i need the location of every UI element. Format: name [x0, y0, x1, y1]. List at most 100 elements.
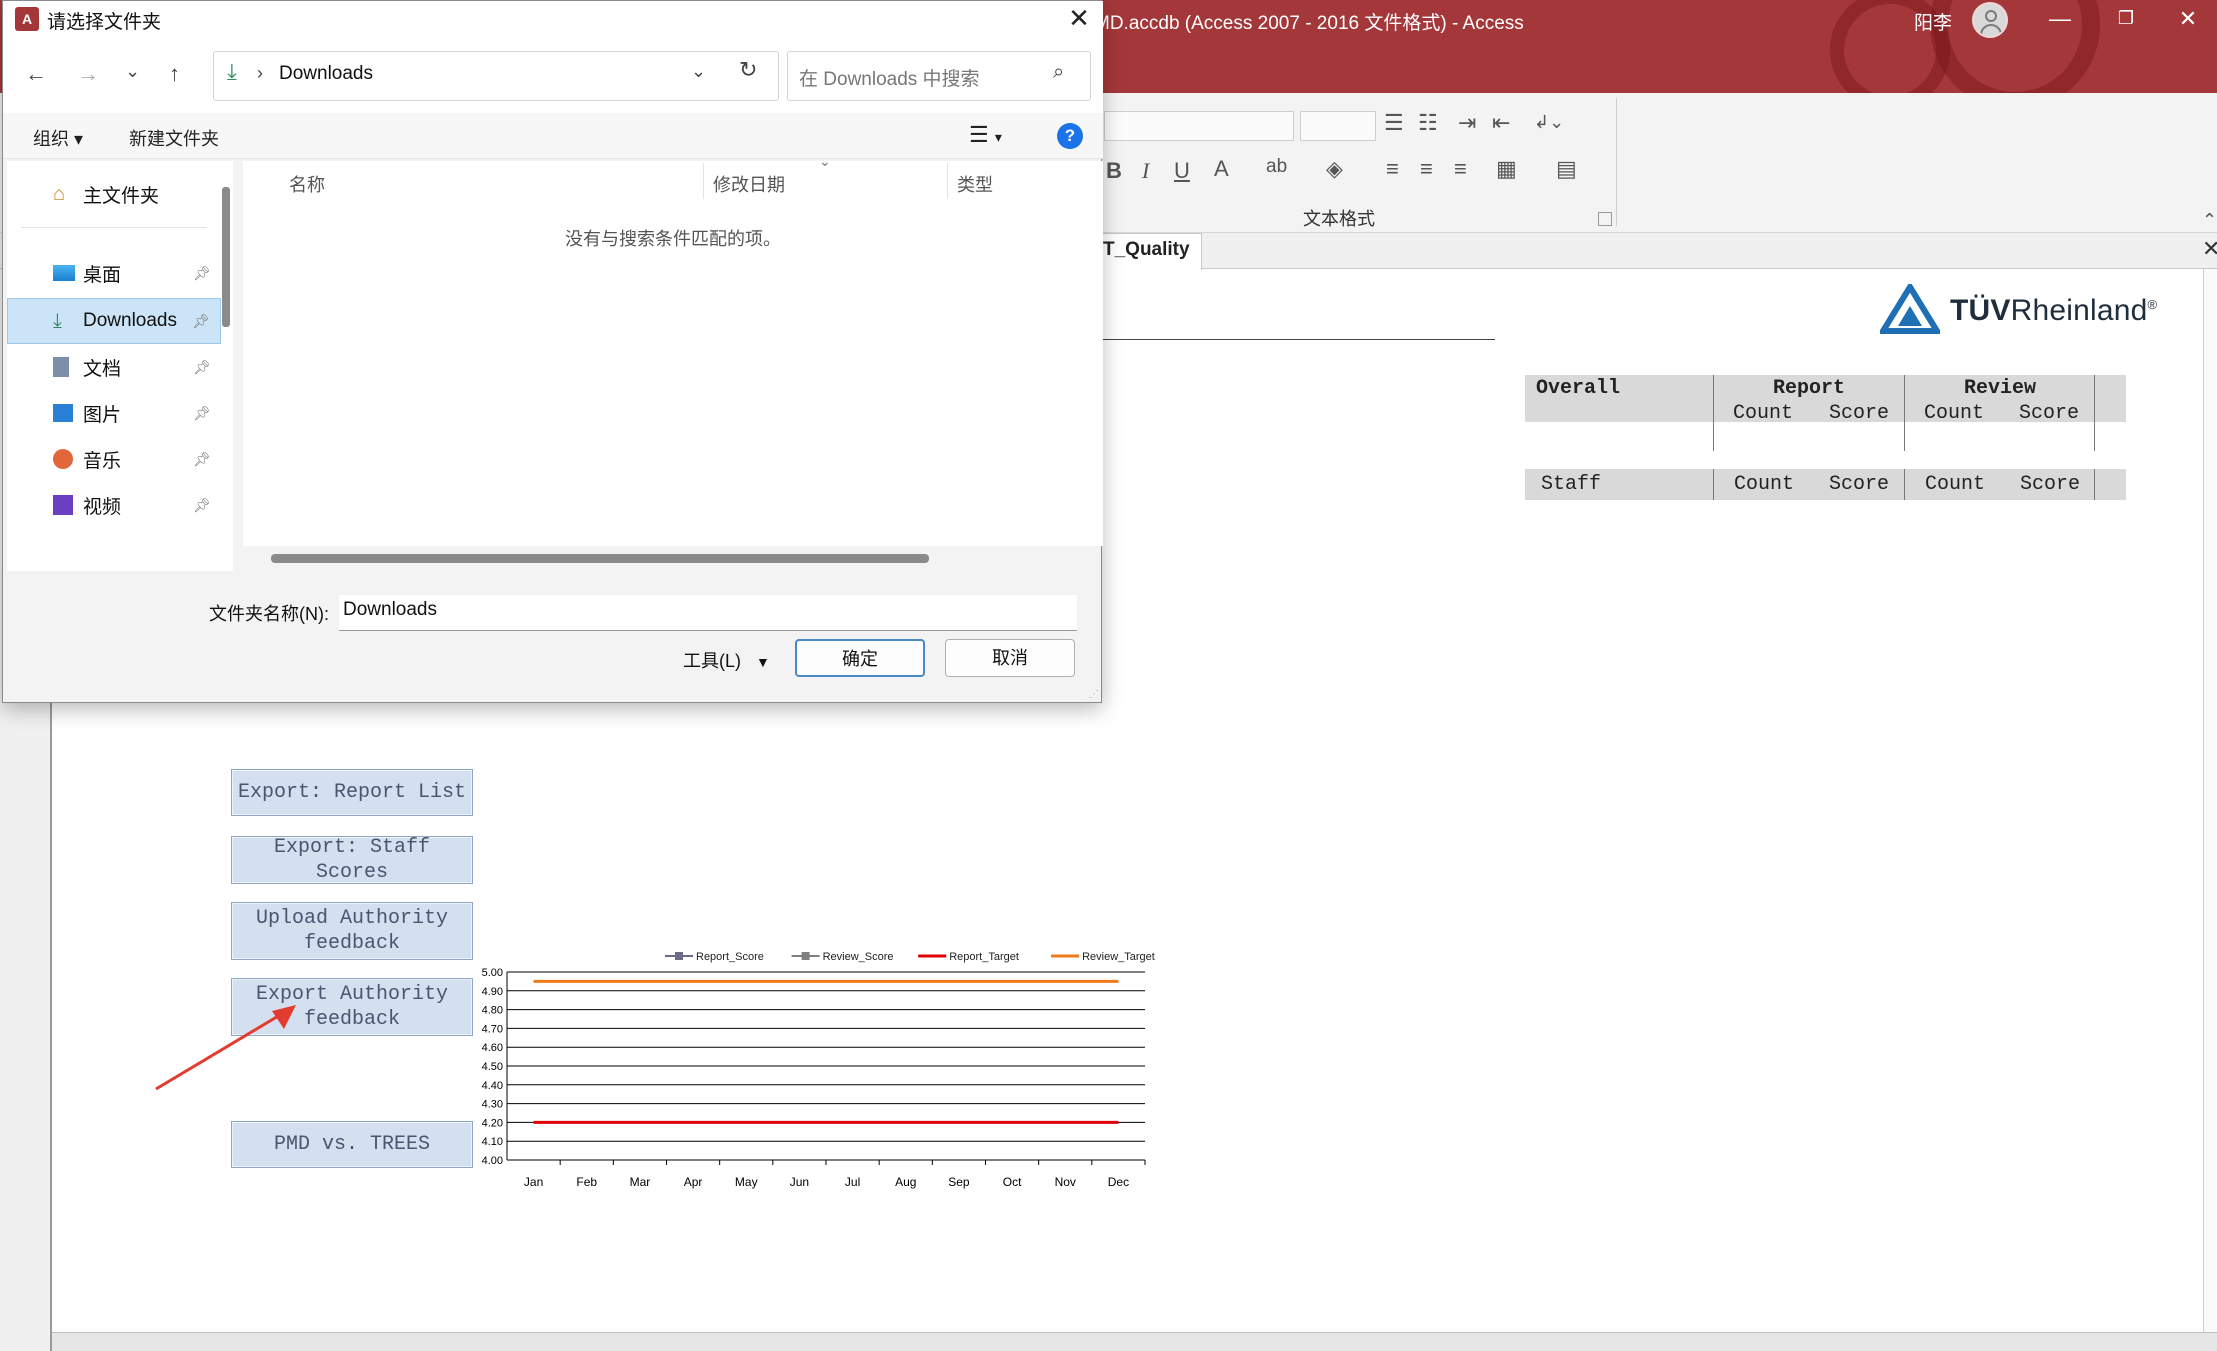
nav-item-music[interactable]: 音乐 📌︎	[7, 436, 221, 482]
export-report-list-button[interactable]: Export: Report List	[231, 769, 473, 816]
pin-icon[interactable]: 📌︎	[193, 359, 211, 376]
font-name-combo[interactable]	[1104, 111, 1294, 141]
bold-icon[interactable]: B	[1106, 158, 1122, 184]
paragraph-direction-icon[interactable]: ↲⌄	[1534, 112, 1564, 133]
cancel-button[interactable]: 取消	[945, 639, 1075, 677]
resize-grip-icon[interactable]: ⋰	[1089, 689, 1099, 700]
restore-icon[interactable]: ❐	[2106, 8, 2146, 29]
up-icon[interactable]: ↑	[169, 61, 180, 87]
folder-name-input[interactable]	[339, 595, 1077, 631]
chart-y-axis: 5.00 4.90 4.80 4.70 4.60 4.50 4.40 4.30 4.20 4.10…	[482, 967, 503, 1167]
dialog-launcher-icon[interactable]	[1598, 212, 1612, 226]
ribbon-separator	[1616, 98, 1617, 226]
forward-icon[interactable]: →	[77, 61, 99, 87]
empty-results-message: 没有与搜索条件匹配的项。	[565, 229, 781, 249]
nav-item-desktop[interactable]: 桌面 📌︎	[7, 250, 221, 296]
y-tick-label: 4.90	[482, 986, 503, 998]
address-dropdown-icon[interactable]: ⌄	[691, 61, 706, 82]
y-tick-label: 4.10	[482, 1136, 503, 1148]
search-placeholder[interactable]: 在 Downloads 中搜索	[799, 64, 980, 91]
nav-item-downloads[interactable]: ⤓ Downloads 📌︎	[7, 298, 221, 344]
pin-icon[interactable]: 📌︎	[193, 405, 211, 422]
x-tick-label: Jan	[524, 1175, 543, 1189]
pmd-vs-trees-button[interactable]: PMD vs. TREES	[231, 1121, 473, 1168]
legend-label: Review_Target	[1082, 951, 1155, 963]
tuv-logo-text: TÜVRheinland®	[1950, 294, 2158, 327]
pin-icon[interactable]: 📌︎	[193, 497, 211, 514]
align-center-icon[interactable]: ≡	[1420, 156, 1433, 182]
horizontal-scrollbar[interactable]	[52, 1332, 2217, 1351]
x-tick-label: Dec	[1108, 1175, 1129, 1189]
x-tick-label: Nov	[1055, 1175, 1076, 1189]
tab-t-quality[interactable]: T_Quality	[1100, 233, 1202, 270]
nav-item-home[interactable]: ⌂ 主文件夹	[7, 171, 221, 217]
gridlines-icon[interactable]: ▤	[1556, 156, 1577, 182]
column-header-type[interactable]: 类型	[957, 171, 993, 197]
organize-button[interactable]: 组织 ▾	[33, 125, 83, 151]
font-size-combo[interactable]	[1300, 111, 1376, 141]
column-header-name[interactable]: 名称	[289, 171, 325, 197]
pin-icon[interactable]: 📌︎	[192, 313, 210, 330]
dialog-close-icon[interactable]: ✕	[1061, 3, 1097, 34]
title-underline	[1100, 339, 1495, 340]
background-image-icon[interactable]: ▦	[1496, 156, 1517, 182]
vertical-scrollbar[interactable]	[2203, 269, 2217, 1332]
view-options-icon[interactable]: ☰ ▾	[969, 122, 1002, 148]
chart-legend: Report_Score Review_Score Report_Target Rev…	[665, 951, 1155, 963]
staff-report-score-label: Score	[1829, 473, 1890, 496]
help-icon[interactable]: ?	[1057, 123, 1083, 149]
indent-decrease-icon[interactable]: ⇤	[1492, 110, 1510, 136]
align-right-icon[interactable]: ≡	[1454, 156, 1467, 182]
folder-name-value[interactable]: Downloads	[343, 599, 437, 621]
staff-report-count-label: Count	[1734, 473, 1795, 496]
nav-item-videos[interactable]: 视频 📌︎	[7, 482, 221, 528]
close-document-icon[interactable]: ✕	[2202, 236, 2217, 262]
x-tick-label: Jul	[845, 1175, 860, 1189]
search-icon[interactable]: ⌕	[1053, 61, 1064, 84]
pin-icon[interactable]: 📌︎	[193, 265, 211, 282]
column-divider[interactable]	[947, 163, 948, 199]
italic-icon[interactable]: I	[1142, 158, 1149, 184]
score-trend-chart: Report_Score Review_Score Report_Target Rev…	[482, 951, 1155, 1189]
recent-locations-icon[interactable]: ⌄	[125, 61, 140, 82]
column-header-modified[interactable]: 修改日期	[713, 171, 785, 197]
nav-pane-scrollbar[interactable]	[222, 187, 230, 327]
x-tick-label: Feb	[576, 1175, 597, 1189]
numbering-icon[interactable]: ☷	[1418, 110, 1438, 136]
align-left-icon[interactable]: ≡	[1386, 156, 1399, 182]
back-icon[interactable]: ←	[25, 61, 47, 87]
font-color-icon[interactable]: A	[1214, 156, 1229, 182]
address-current-folder[interactable]: Downloads	[279, 63, 373, 85]
ok-button[interactable]: 确定	[795, 639, 925, 677]
column-divider[interactable]	[703, 163, 704, 199]
underline-icon[interactable]: U	[1174, 158, 1190, 184]
nav-item-documents[interactable]: 文档 📌︎	[7, 344, 221, 390]
header-divider	[1713, 469, 1714, 500]
x-tick-label: Jun	[790, 1175, 809, 1189]
user-avatar[interactable]	[1972, 2, 2008, 38]
pin-icon[interactable]: 📌︎	[193, 451, 211, 468]
x-tick-label: Mar	[630, 1175, 651, 1189]
report-group-label: Report	[1773, 377, 1846, 400]
bullets-icon[interactable]: ☰	[1384, 110, 1404, 136]
refresh-icon[interactable]: ↻	[739, 57, 757, 83]
upload-authority-feedback-button[interactable]: Upload Authority feedback	[231, 902, 473, 960]
user-name[interactable]: 阳李	[1914, 8, 1952, 35]
chart-grid	[506, 971, 1145, 1161]
window-close-icon[interactable]: ✕	[2168, 6, 2208, 32]
x-tick-label: Sep	[948, 1175, 970, 1189]
window-title: MD.accdb (Access 2007 - 2016 文件格式) - Acc…	[1094, 13, 1524, 34]
indent-increase-icon[interactable]: ⇥	[1458, 110, 1476, 136]
collapse-ribbon-icon[interactable]: ⌃	[2202, 210, 2217, 231]
y-tick-label: 4.40	[482, 1080, 503, 1092]
fill-color-icon[interactable]: ◈	[1326, 156, 1343, 182]
nav-item-pictures[interactable]: 图片 📌︎	[7, 390, 221, 436]
music-icon	[53, 448, 79, 470]
export-staff-scores-button[interactable]: Export: Staff Scores	[231, 836, 473, 884]
highlight-icon[interactable]: ab	[1266, 156, 1287, 178]
new-folder-button[interactable]: 新建文件夹	[129, 125, 219, 151]
tools-dropdown[interactable]: 工具(L) ▼	[683, 647, 770, 673]
file-list-horizontal-scrollbar[interactable]	[271, 554, 929, 563]
minimize-icon[interactable]: —	[2040, 6, 2080, 32]
dialog-title-bar	[3, 1, 1103, 37]
